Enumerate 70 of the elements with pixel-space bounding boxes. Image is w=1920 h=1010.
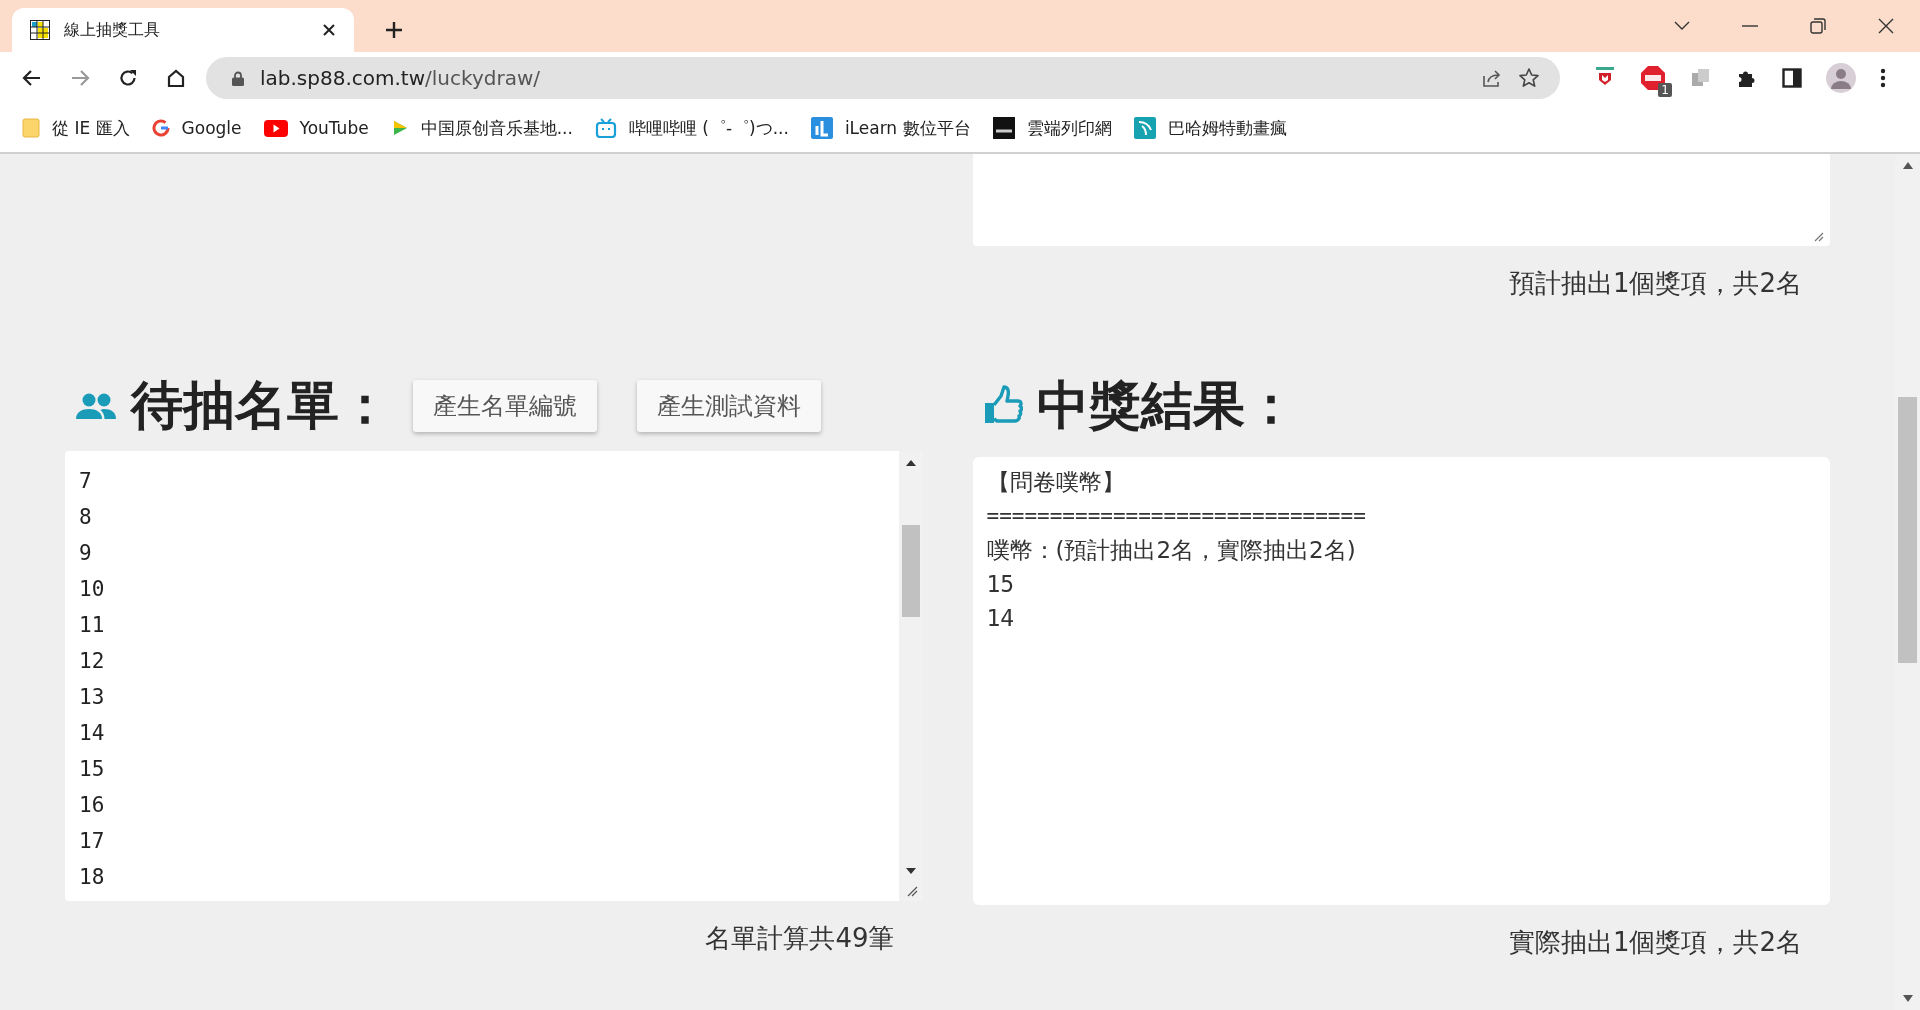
result-line: ==============================: [986, 503, 1367, 530]
result-line: 噗幣：(預計抽出2名，實際抽出2名): [986, 536, 1357, 565]
back-icon[interactable]: [22, 68, 42, 88]
action-button[interactable]: 產生測試資料: [637, 380, 821, 432]
g-logo-icon: [151, 119, 170, 137]
close-icon[interactable]: [322, 23, 336, 37]
folder-icon: [22, 118, 40, 138]
extension-badge: 1: [1658, 83, 1672, 97]
chevron-down-icon[interactable]: [1674, 21, 1690, 31]
bookmark-item[interactable]: iLearn 數位平台: [810, 116, 971, 140]
bookmark-item[interactable]: YouTube: [263, 118, 369, 138]
scroll-up-icon[interactable]: [1902, 162, 1913, 169]
bookmark-item[interactable]: 雲端列印網: [992, 116, 1112, 140]
url-text: lab.sp88.com.tw/luckydraw/: [260, 66, 540, 90]
star-icon[interactable]: [1518, 67, 1540, 89]
list-count: 名單計算共49筆: [704, 922, 896, 955]
result-field[interactable]: 【問卷噗幣】 ============================== 噗幣：(預計抽出2名，實際抽出2名) 15 14: [972, 457, 1830, 905]
section-title: 待抽名單：: [131, 374, 391, 437]
list-line: 18: [79, 864, 106, 891]
side-panel-icon[interactable]: [1782, 68, 1802, 88]
list-line: 17: [79, 828, 106, 855]
home-icon[interactable]: [166, 68, 186, 88]
list-line: 7: [79, 468, 93, 495]
tab-title: 線上抽獎工具: [64, 19, 161, 41]
bookmark-item[interactable]: 中国原创音乐基地...: [390, 116, 573, 140]
restore-icon[interactable]: [1810, 18, 1826, 34]
list-line: 13: [79, 684, 106, 711]
grid-icon: [30, 20, 50, 40]
list-line: 9: [79, 540, 93, 567]
list-line: 15: [79, 756, 106, 783]
bookmark-item[interactable]: 巴哈姆特動畫瘋: [1133, 116, 1287, 140]
close-icon[interactable]: [1878, 18, 1894, 34]
scroll-down-icon[interactable]: [904, 867, 917, 875]
prize-summary: 預計抽出1個獎項，共2名: [1507, 267, 1803, 300]
bookmark-item[interactable]: 從 IE 匯入: [22, 116, 130, 140]
result-line: 15: [986, 570, 1016, 599]
result-line: 【問卷噗幣】: [986, 468, 1126, 497]
lock-icon: [232, 70, 244, 86]
entrant-list-field[interactable]: 7 8 9 10 11 12 13 14 15 16 17 18: [65, 451, 923, 901]
bookmark-item[interactable]: Google: [151, 118, 242, 138]
list-line: 14: [79, 720, 106, 747]
address-bar[interactable]: lab.sp88.com.tw/luckydraw/: [206, 57, 1560, 99]
il-logo-icon: [810, 117, 833, 139]
scroll-down-icon[interactable]: [1902, 995, 1913, 1002]
scrollbar-thumb[interactable]: [1898, 397, 1917, 663]
result-summary: 實際抽出1個獎項，共2名: [1507, 926, 1803, 959]
forward-icon[interactable]: [70, 68, 90, 88]
action-button[interactable]: 產生名單編號: [413, 380, 597, 432]
scroll-up-icon[interactable]: [904, 459, 917, 467]
scrollbar-thumb[interactable]: [901, 525, 920, 617]
result-line: 14: [986, 604, 1016, 633]
more-icon[interactable]: [1880, 68, 1886, 88]
list-line: 11: [79, 612, 106, 639]
prize-settings-field[interactable]: [972, 154, 1830, 246]
section-title: 中獎結果：: [1036, 374, 1297, 437]
reload-icon[interactable]: [118, 68, 138, 88]
play-logo-icon: [263, 119, 288, 137]
plus-icon[interactable]: [384, 20, 404, 40]
list-line: 16: [79, 792, 106, 819]
people-icon: [75, 392, 117, 420]
share-icon[interactable]: [1482, 68, 1502, 88]
list-line: 10: [79, 576, 106, 603]
tv-icon: [594, 118, 617, 138]
avatar-icon[interactable]: [1826, 63, 1856, 93]
resize-grip-icon[interactable]: [1812, 230, 1824, 242]
browser-tab[interactable]: 線上抽獎工具: [12, 8, 354, 52]
bookmark-item[interactable]: 哔哩哔哩 (゜-゜)つ...: [594, 116, 789, 140]
list-line: 12: [79, 648, 106, 675]
logo-tile-icon: [992, 117, 1015, 139]
list-line: 8: [79, 504, 93, 531]
